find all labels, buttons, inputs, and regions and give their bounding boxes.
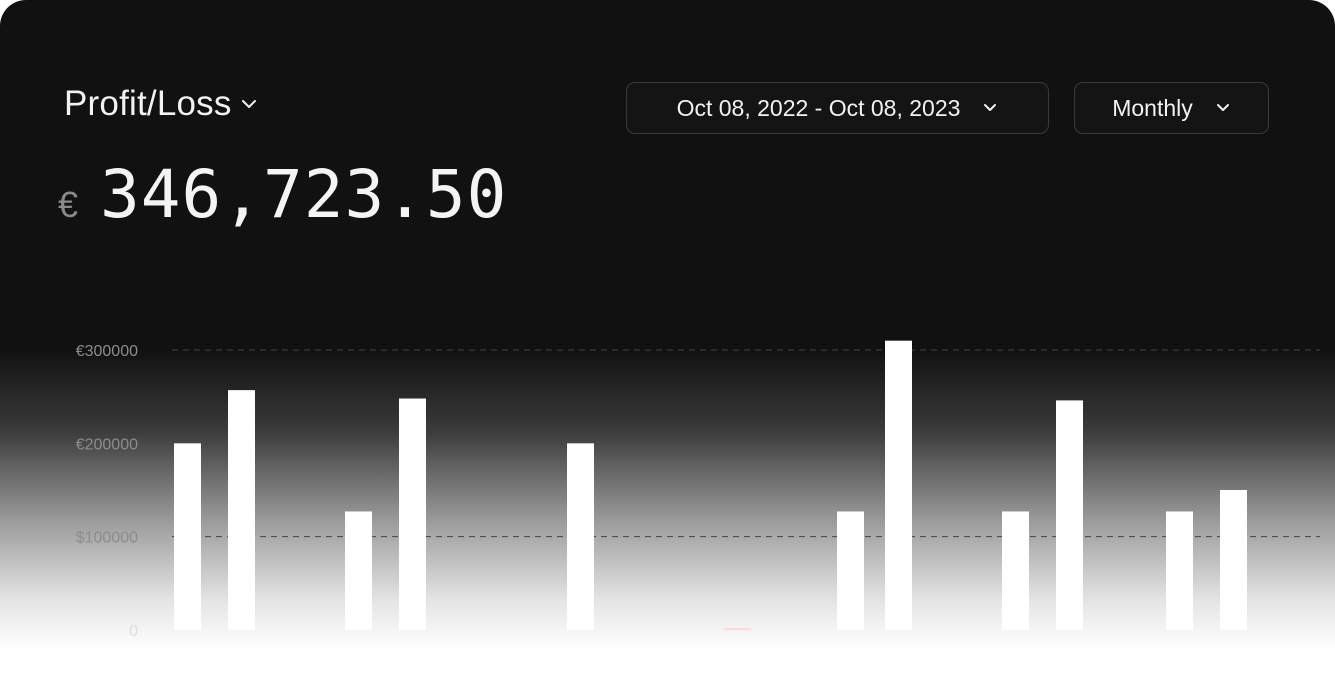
profit-loss-card: Profit/Loss € 346,723.50 Oct 08, 2022 - … xyxy=(0,0,1335,678)
bar[interactable] xyxy=(1166,511,1193,630)
bar[interactable] xyxy=(1002,511,1029,630)
y-tick-label: 0 xyxy=(129,623,138,640)
bar[interactable] xyxy=(1056,400,1083,630)
bar[interactable] xyxy=(567,443,594,630)
bar[interactable] xyxy=(228,390,255,630)
bar[interactable] xyxy=(885,340,912,630)
y-tick-label: $100000 xyxy=(76,530,138,547)
y-tick-label: €200000 xyxy=(76,436,138,453)
bar[interactable] xyxy=(174,443,201,630)
bar[interactable] xyxy=(399,398,426,630)
y-tick-label: €300000 xyxy=(76,343,138,360)
bar[interactable] xyxy=(724,628,751,630)
profit-loss-bar-chart: €300000 €200000 $100000 0 xyxy=(76,340,1320,640)
bar[interactable] xyxy=(345,511,372,630)
bar[interactable] xyxy=(1220,490,1247,630)
bar[interactable] xyxy=(837,511,864,630)
